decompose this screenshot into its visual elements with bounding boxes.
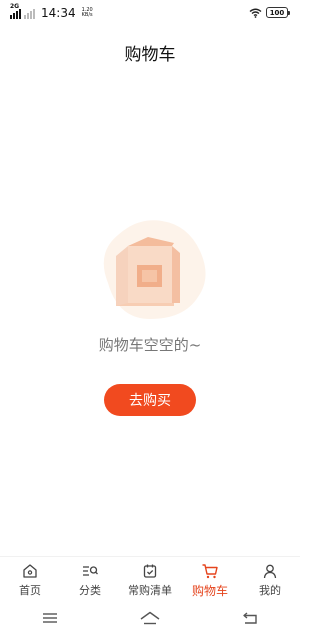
page-title: 购物车 — [124, 45, 176, 65]
wifi-icon — [249, 8, 262, 18]
system-navigation-bar — [0, 602, 300, 633]
signal-icon: 2G — [10, 3, 21, 19]
empty-cart-illustration — [103, 220, 206, 319]
tab-frequent-list[interactable]: 常购清单 — [120, 557, 180, 602]
go-shopping-button[interactable]: 去购买 — [104, 384, 196, 416]
status-bar: 2G 14:34 1.20 KB/s 100 — [0, 0, 300, 26]
tab-label: 分类 — [79, 584, 101, 597]
tab-profile[interactable]: 我的 — [240, 557, 300, 602]
cart-icon — [201, 563, 219, 579]
tab-label: 购物车 — [191, 584, 228, 598]
home-outline-icon — [140, 611, 160, 624]
battery-level: 100 — [269, 8, 285, 17]
signal-icon-secondary — [24, 7, 35, 19]
profile-icon — [261, 563, 279, 579]
bottom-tabbar: 首页 分类 常购清单 购物车 我的 — [0, 556, 300, 602]
category-icon — [81, 563, 99, 579]
home-nav-button[interactable] — [130, 607, 170, 629]
tab-home[interactable]: 首页 — [0, 557, 60, 602]
tab-label: 常购清单 — [128, 584, 172, 597]
battery-icon: 100 — [266, 7, 290, 18]
list-icon — [141, 563, 159, 579]
tab-cart[interactable]: 购物车 — [180, 557, 240, 602]
tab-label: 首页 — [19, 584, 41, 597]
empty-message: 购物车空空的~ — [98, 336, 202, 354]
menu-button[interactable] — [30, 607, 70, 629]
status-time: 14:34 — [41, 6, 76, 20]
home-icon — [21, 563, 39, 579]
menu-icon — [43, 612, 57, 623]
network-label: 2G — [10, 3, 20, 10]
tab-category[interactable]: 分类 — [60, 557, 120, 602]
network-speed: 1.20 KB/s — [82, 8, 93, 18]
back-icon — [243, 611, 257, 624]
speed-unit: KB/s — [81, 12, 93, 18]
tab-label: 我的 — [259, 584, 281, 597]
back-nav-button[interactable] — [230, 607, 270, 629]
